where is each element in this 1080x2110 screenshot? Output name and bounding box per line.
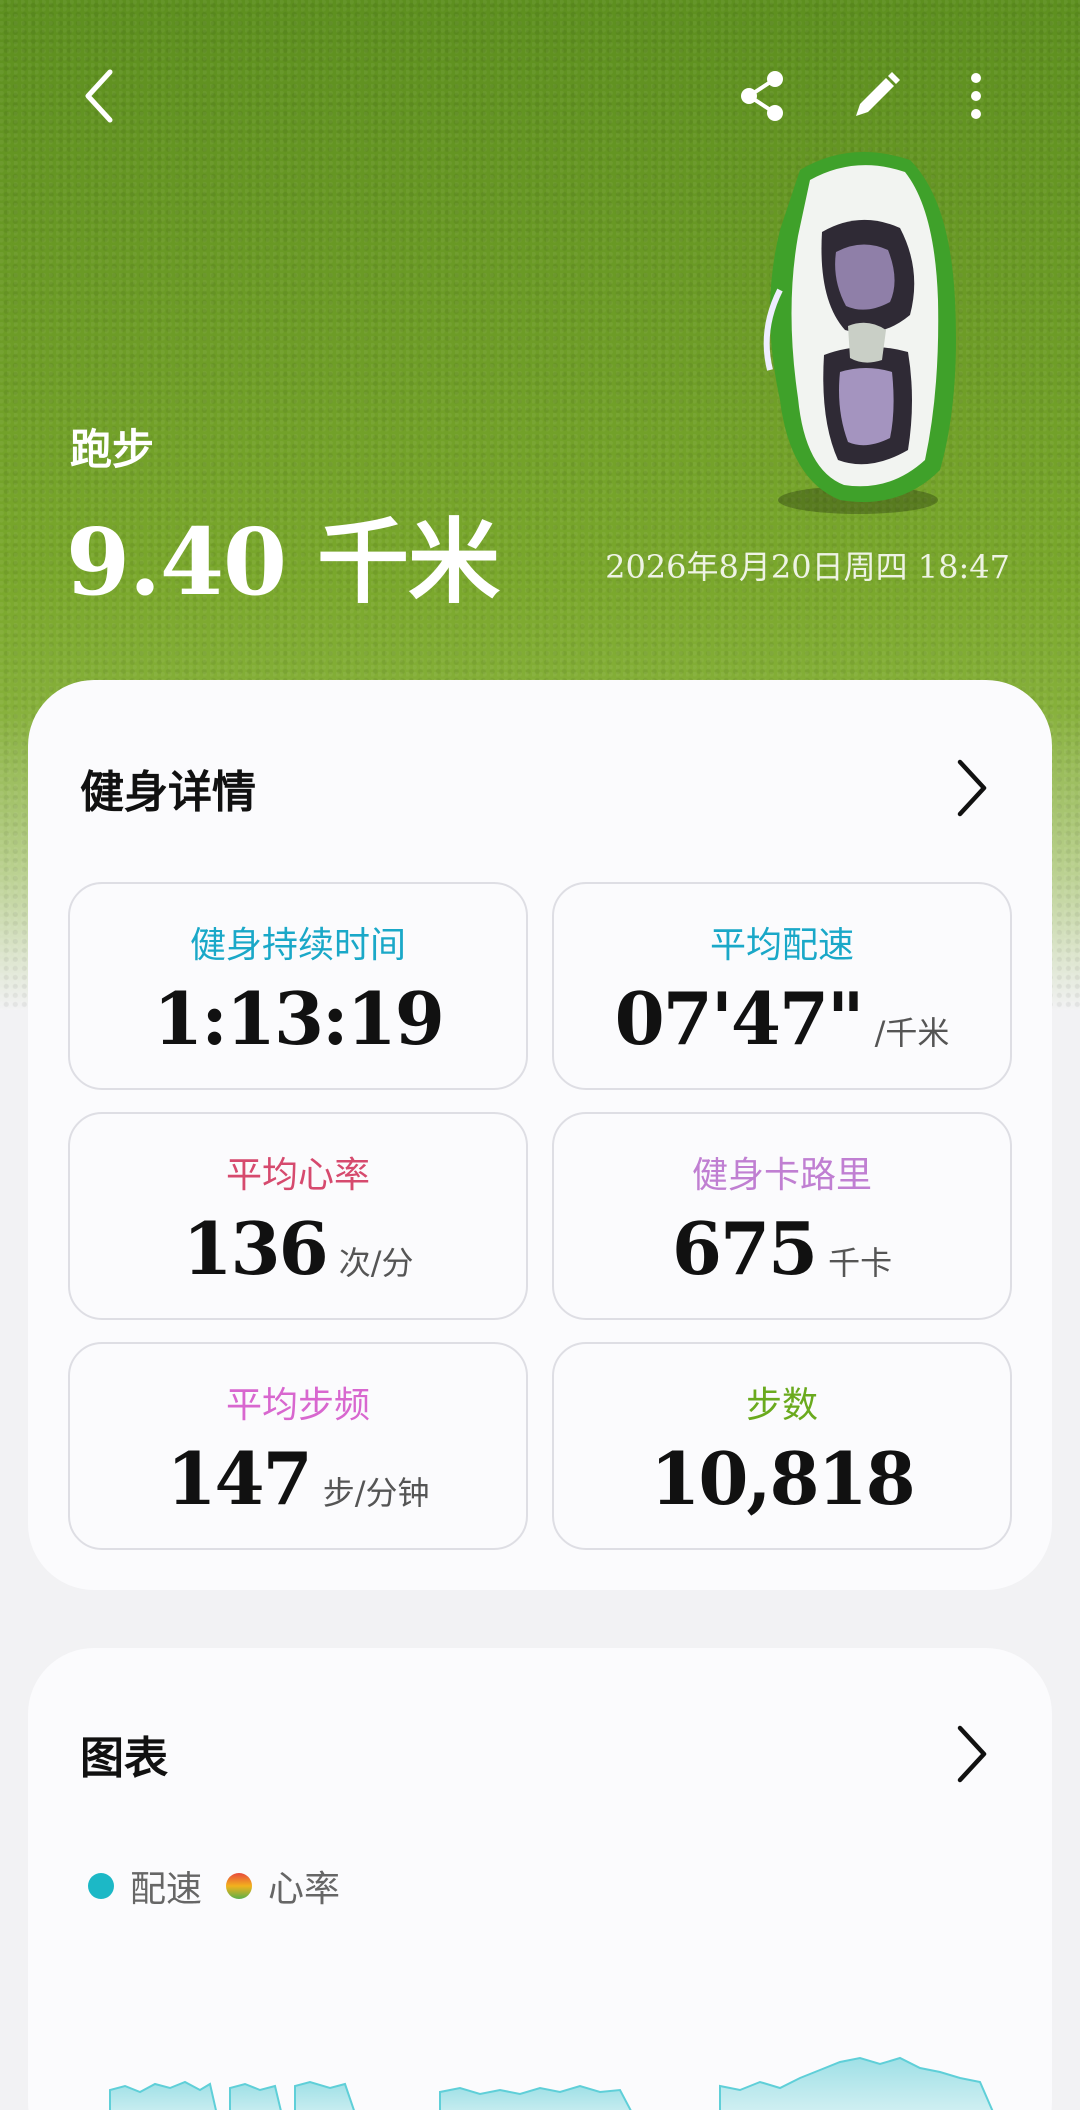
stat-duration[interactable]: 健身持续时间 1:13:19 — [68, 882, 528, 1090]
more-options-button[interactable] — [940, 60, 1012, 132]
legend-label: 心率 — [268, 1869, 341, 1910]
stat-label: 健身持续时间 — [189, 925, 406, 966]
stat-unit: 步/分钟 — [322, 1474, 430, 1512]
share-button[interactable] — [726, 60, 798, 132]
stat-avg-pace[interactable]: 平均配速 07'47"/千米 — [552, 882, 1012, 1090]
distance-value: 9.40 千米 — [66, 508, 500, 616]
stat-avg-heart-rate[interactable]: 平均心率 136 次/分 — [68, 1112, 528, 1320]
stat-value: 07'47" — [614, 976, 865, 1061]
legend-label: 配速 — [130, 1869, 203, 1910]
activity-type: 跑步 — [70, 425, 155, 474]
edit-button[interactable] — [840, 60, 912, 132]
pace-chart[interactable] — [80, 2018, 1040, 2110]
stat-value: 675 — [671, 1206, 818, 1291]
chevron-right-icon[interactable] — [950, 1722, 994, 1786]
stat-label: 步数 — [745, 1385, 818, 1426]
charts-card: 图表 配速 心率 — [28, 1648, 1052, 2110]
more-icon — [971, 73, 981, 119]
stat-calories[interactable]: 健身卡路里 675 千卡 — [552, 1112, 1012, 1320]
workout-details-card: 健身详情 健身持续时间 1:13:19 平均配速 07'47"/千米 平均心率 … — [28, 680, 1052, 1590]
charts-title: 图表 — [80, 1733, 168, 1784]
stat-unit: /千米 — [874, 1014, 950, 1052]
pace-area-5 — [719, 2056, 994, 2110]
pace-area-2 — [229, 2082, 282, 2110]
pace-area-3 — [294, 2080, 355, 2110]
stat-steps[interactable]: 步数 10,818 — [552, 1342, 1012, 1550]
pace-area-4 — [439, 2084, 632, 2110]
stat-value: 136 — [182, 1206, 328, 1291]
legend-pace[interactable]: 配速 — [88, 1860, 202, 1912]
stat-value: 1:13:19 — [153, 976, 445, 1061]
stat-avg-cadence[interactable]: 平均步频 147 步/分钟 — [68, 1342, 528, 1550]
edit-icon — [856, 72, 900, 116]
stat-unit: 千卡 — [828, 1244, 893, 1282]
back-button[interactable] — [64, 60, 136, 132]
share-icon — [741, 71, 783, 121]
stat-label: 健身卡路里 — [691, 1155, 872, 1196]
stat-value: 147 — [166, 1436, 312, 1521]
pace-area-1 — [109, 2080, 217, 2110]
running-shoe-image — [763, 152, 956, 514]
stat-label: 平均配速 — [709, 925, 854, 966]
pace-dot-icon — [88, 1873, 114, 1899]
back-icon — [85, 69, 113, 123]
chart-legend: 配速 心率 — [88, 1860, 364, 1912]
workout-date: 2026年8月20日周四 18:47 — [605, 548, 1010, 586]
heart-rate-dot-icon — [226, 1873, 253, 1899]
stat-unit: 次/分 — [338, 1244, 414, 1282]
stat-label: 平均心率 — [225, 1155, 370, 1196]
legend-heart-rate[interactable]: 心率 — [226, 1860, 340, 1912]
stat-label: 平均步频 — [225, 1385, 370, 1426]
chevron-right-icon[interactable] — [950, 756, 994, 820]
details-title: 健身详情 — [80, 767, 256, 818]
stat-value: 10,818 — [650, 1436, 916, 1521]
